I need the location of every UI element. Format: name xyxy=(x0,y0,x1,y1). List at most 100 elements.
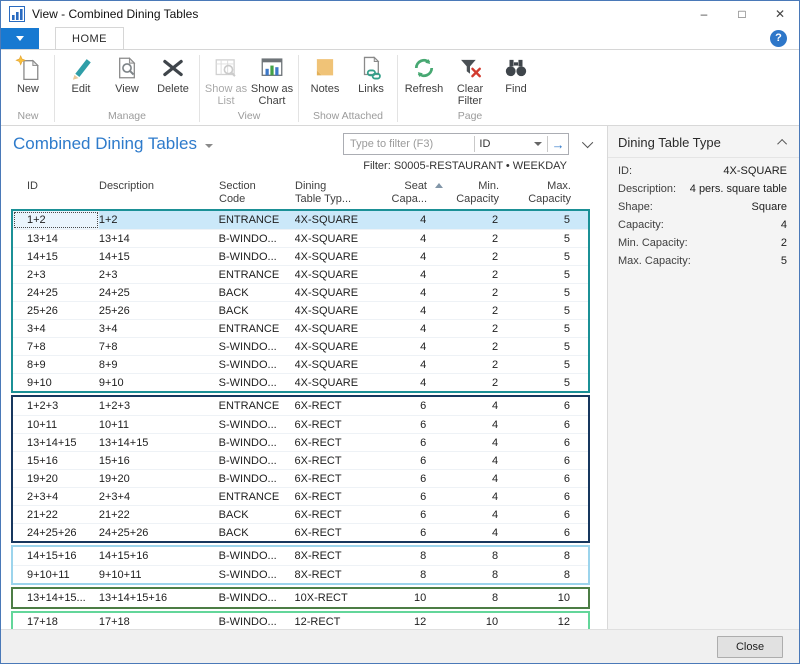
cell-max[interactable]: 6 xyxy=(498,470,588,487)
table-row[interactable]: 9+109+10S-WINDO...4X-SQUARE425 xyxy=(13,373,588,391)
cell-id[interactable]: 13+14+15... xyxy=(13,589,99,607)
column-header-max[interactable]: Max. Capacity xyxy=(499,180,589,206)
table-row[interactable]: 7+87+8S-WINDO...4X-SQUARE425 xyxy=(13,337,588,355)
minimize-icon[interactable]: – xyxy=(685,2,723,26)
table-row[interactable]: 8+98+9S-WINDO...4X-SQUARE425 xyxy=(13,355,588,373)
cell-seat[interactable]: 4 xyxy=(376,266,426,283)
cell-section[interactable]: ENTRANCE xyxy=(219,397,295,415)
cell-id[interactable]: 10+11 xyxy=(13,416,99,433)
cell-description[interactable]: 24+25+26 xyxy=(99,524,219,541)
cell-section[interactable]: BACK xyxy=(219,506,295,523)
filter-field-select[interactable]: ID xyxy=(474,134,547,154)
cell-type[interactable]: 6X-RECT xyxy=(295,488,377,505)
cell-type[interactable]: 6X-RECT xyxy=(295,416,377,433)
cell-type[interactable]: 4X-SQUARE xyxy=(295,356,377,373)
cell-section[interactable]: B-WINDO... xyxy=(219,470,295,487)
show-as-chart-button[interactable]: Show as Chart xyxy=(249,52,295,109)
view-button[interactable]: View xyxy=(104,52,150,97)
cell-id[interactable]: 2+3 xyxy=(13,266,99,283)
filter-pane-chevron-icon[interactable] xyxy=(582,137,593,148)
cell-section[interactable]: ENTRANCE xyxy=(219,266,295,283)
table-row[interactable]: 21+2221+22BACK6X-RECT646 xyxy=(13,505,588,523)
cell-min[interactable]: 2 xyxy=(426,284,498,301)
cell-description[interactable]: 1+2 xyxy=(99,211,219,229)
cell-max[interactable]: 12 xyxy=(498,613,588,629)
table-row[interactable]: 14+15+1614+15+16B-WINDO...8X-RECT888 xyxy=(13,547,588,565)
table-row[interactable]: 3+43+4ENTRANCE4X-SQUARE425 xyxy=(13,319,588,337)
cell-id[interactable]: 1+2+3 xyxy=(13,397,99,415)
cell-type[interactable]: 4X-SQUARE xyxy=(295,248,377,265)
cell-seat[interactable]: 8 xyxy=(376,547,426,565)
cell-id[interactable]: 24+25+26 xyxy=(13,524,99,541)
cell-type[interactable]: 4X-SQUARE xyxy=(295,320,377,337)
cell-type[interactable]: 4X-SQUARE xyxy=(295,211,377,229)
cell-type[interactable]: 6X-RECT xyxy=(295,506,377,523)
factbox-header[interactable]: Dining Table Type xyxy=(608,126,799,158)
cell-id[interactable]: 2+3+4 xyxy=(13,488,99,505)
cell-max[interactable]: 6 xyxy=(498,488,588,505)
cell-section[interactable]: B-WINDO... xyxy=(219,230,295,247)
cell-max[interactable]: 5 xyxy=(498,230,588,247)
cell-seat[interactable]: 4 xyxy=(376,230,426,247)
cell-description[interactable]: 14+15 xyxy=(99,248,219,265)
cell-max[interactable]: 8 xyxy=(498,566,588,583)
edit-button[interactable]: Edit xyxy=(58,52,104,97)
cell-seat[interactable]: 4 xyxy=(376,320,426,337)
links-button[interactable]: Links xyxy=(348,52,394,97)
cell-id[interactable]: 21+22 xyxy=(13,506,99,523)
cell-seat[interactable]: 6 xyxy=(376,470,426,487)
application-menu-button[interactable] xyxy=(1,28,39,49)
page-title-caret-icon[interactable] xyxy=(205,144,213,148)
cell-min[interactable]: 4 xyxy=(426,488,498,505)
cell-min[interactable]: 4 xyxy=(426,524,498,541)
cell-section[interactable]: S-WINDO... xyxy=(219,566,295,583)
tab-home[interactable]: HOME xyxy=(55,27,124,49)
cell-min[interactable]: 4 xyxy=(426,397,498,415)
table-row[interactable]: 2+3+42+3+4ENTRANCE6X-RECT646 xyxy=(13,487,588,505)
table-row[interactable]: 14+1514+15B-WINDO...4X-SQUARE425 xyxy=(13,247,588,265)
column-header-type[interactable]: Dining Table Typ... xyxy=(295,180,377,206)
close-button[interactable]: Close xyxy=(717,636,783,658)
column-header-section[interactable]: Section Code xyxy=(219,180,295,206)
cell-type[interactable]: 6X-RECT xyxy=(295,434,377,451)
delete-button[interactable]: Delete xyxy=(150,52,196,97)
cell-seat[interactable]: 4 xyxy=(376,356,426,373)
cell-seat[interactable]: 6 xyxy=(376,452,426,469)
cell-id[interactable]: 14+15 xyxy=(13,248,99,265)
table-row[interactable]: 19+2019+20B-WINDO...6X-RECT646 xyxy=(13,469,588,487)
table-row[interactable]: 1+2+31+2+3ENTRANCE6X-RECT646 xyxy=(13,397,588,415)
cell-section[interactable]: B-WINDO... xyxy=(219,589,295,607)
cell-max[interactable]: 8 xyxy=(498,547,588,565)
cell-description[interactable]: 21+22 xyxy=(99,506,219,523)
cell-seat[interactable]: 10 xyxy=(376,589,426,607)
cell-max[interactable]: 5 xyxy=(498,266,588,283)
cell-seat[interactable]: 6 xyxy=(376,434,426,451)
table-row[interactable]: 13+14+1513+14+15B-WINDO...6X-RECT646 xyxy=(13,433,588,451)
cell-seat[interactable]: 6 xyxy=(376,488,426,505)
new-button[interactable]: New xyxy=(5,52,51,97)
maximize-icon[interactable]: □ xyxy=(723,2,761,26)
cell-id[interactable]: 15+16 xyxy=(13,452,99,469)
cell-max[interactable]: 5 xyxy=(498,320,588,337)
cell-section[interactable]: S-WINDO... xyxy=(219,356,295,373)
cell-id[interactable]: 17+18 xyxy=(13,613,99,629)
cell-max[interactable]: 6 xyxy=(498,416,588,433)
cell-min[interactable]: 2 xyxy=(426,374,498,391)
apply-filter-arrow-icon[interactable]: → xyxy=(548,134,568,154)
cell-description[interactable]: 7+8 xyxy=(99,338,219,355)
cell-description[interactable]: 13+14+15+16 xyxy=(99,589,219,607)
cell-type[interactable]: 8X-RECT xyxy=(295,547,377,565)
cell-id[interactable]: 25+26 xyxy=(13,302,99,319)
cell-min[interactable]: 8 xyxy=(426,566,498,583)
column-header-seat[interactable]: Seat Capa... xyxy=(377,180,427,206)
factbox-field-value[interactable]: 4 xyxy=(781,219,787,231)
cell-seat[interactable]: 8 xyxy=(376,566,426,583)
cell-id[interactable]: 14+15+16 xyxy=(13,547,99,565)
cell-max[interactable]: 6 xyxy=(498,506,588,523)
cell-max[interactable]: 6 xyxy=(498,434,588,451)
cell-section[interactable]: BACK xyxy=(219,284,295,301)
cell-min[interactable]: 2 xyxy=(426,302,498,319)
cell-seat[interactable]: 4 xyxy=(376,248,426,265)
cell-max[interactable]: 5 xyxy=(498,356,588,373)
cell-min[interactable]: 4 xyxy=(426,416,498,433)
